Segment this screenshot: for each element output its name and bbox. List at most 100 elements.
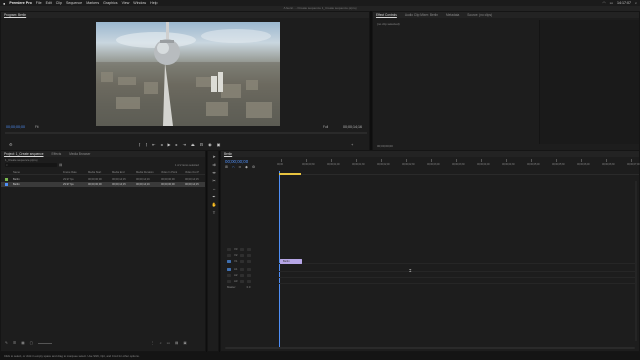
snap-icon[interactable]: ∩ [232,165,235,169]
tab-effect-controls[interactable]: Effect Controls [376,13,397,17]
slip-tool-icon[interactable]: ↔ [211,185,217,191]
menu-markers[interactable]: Markers [86,1,99,5]
search-icon[interactable]: ⌕ [635,1,637,5]
tab-source[interactable]: Source: (no clips) [467,13,492,17]
menu-clip[interactable]: Clip [56,1,62,5]
menu-window[interactable]: Window [133,1,146,5]
lock-icon[interactable] [227,273,231,277]
track-lane-v1[interactable] [279,259,637,264]
project-search-input[interactable] [5,163,57,167]
timeline-timecode[interactable]: 00;00;00;00 [225,159,248,164]
sync-lock-icon[interactable] [240,253,245,257]
program-scrub-bar[interactable] [5,132,367,134]
ripple-edit-tool-icon[interactable]: ⇹ [211,169,217,175]
menu-sequence[interactable]: Sequence [66,1,82,5]
source-patch-a1[interactable] [227,267,231,271]
step-forward-icon[interactable]: ▸ [176,142,178,147]
new-bin-icon[interactable]: ▤ [59,163,62,167]
play-icon[interactable]: ▶ [168,142,171,147]
track-lane-a3[interactable] [279,279,637,284]
quality-dropdown[interactable]: Full [323,125,328,129]
menu-graphics[interactable]: Graphics [103,1,117,5]
column-media-duration[interactable]: Media Duration [136,171,154,174]
lock-icon[interactable] [227,279,231,283]
time-ruler[interactable]: 00;00 00;00;00;30 00;00;01;00 00;00;01;30 00… [277,159,640,175]
tab-project[interactable]: Project: 1_Create sequence [4,152,44,156]
new-item-icon[interactable]: ▤ [175,341,178,345]
write-protect-icon[interactable]: ✎ [5,341,8,345]
comparison-view-icon[interactable]: ▣ [217,142,221,147]
menu-help[interactable]: Help [150,1,157,5]
tab-audio-clip-mixer[interactable]: Audio Clip Mixer: Berlin [405,13,438,17]
sync-lock-icon[interactable] [240,259,245,263]
master-value[interactable]: 0.0 [247,285,251,289]
timeline-clip-berlin[interactable]: Berlin [280,259,302,264]
tab-metadata[interactable]: Metadata [446,13,459,17]
add-marker-icon[interactable]: ◆ [245,165,248,169]
solo-icon[interactable] [247,279,252,283]
menu-view[interactable]: View [122,1,130,5]
mute-icon[interactable] [240,273,245,277]
track-select-tool-icon[interactable]: ⇉ [211,161,217,167]
mark-out-icon[interactable]: ⌉ [146,142,148,147]
column-name[interactable]: Name [13,171,20,174]
column-media-start[interactable]: Media Start [88,171,101,174]
timeline-vertical-scrollbar[interactable] [635,181,637,341]
column-video-in[interactable]: Video In Point [161,171,177,174]
selection-tool-icon[interactable]: ➤ [211,153,217,159]
settings-wrench-icon[interactable]: ⚙ [9,142,13,147]
clock[interactable]: 14:17:07 [617,1,631,5]
freeform-view-icon[interactable]: ▢ [30,341,33,345]
table-row[interactable]: Berlin 29.97 fps 00;00;00;00 00;00;14;15… [1,182,205,187]
battery-icon[interactable]: ▭ [610,1,613,5]
lock-icon[interactable] [227,247,231,251]
source-patch-v1[interactable] [227,259,231,263]
export-frame-icon[interactable]: ◉ [208,142,212,147]
apple-icon[interactable]: ● [3,1,5,6]
solo-icon[interactable] [247,267,252,271]
razor-tool-icon[interactable]: ✂ [211,177,217,183]
linked-selection-icon[interactable]: ∞ [239,165,242,169]
track-lane-a1[interactable] [279,267,637,272]
mute-icon[interactable] [240,279,245,283]
solo-icon[interactable] [247,273,252,277]
program-timecode-left[interactable]: 00;00;00;00 [6,125,25,129]
extract-icon[interactable]: ⊟ [200,142,203,147]
eye-icon[interactable] [247,259,252,263]
tab-timeline-berlin[interactable]: Berlin [224,152,232,156]
nest-icon[interactable]: ⊞ [225,165,228,169]
automate-to-sequence-icon[interactable]: ⋮ [151,341,155,345]
type-tool-icon[interactable]: T [211,209,217,215]
program-video-frame[interactable] [96,22,280,126]
menu-file[interactable]: File [36,1,42,5]
mute-icon[interactable] [240,267,245,271]
lock-icon[interactable] [227,253,231,257]
eye-icon[interactable] [247,247,252,251]
hand-tool-icon[interactable]: ✋ [211,201,217,207]
timeline-scrollbar[interactable] [225,347,635,349]
new-bin-icon[interactable]: ▭ [167,341,170,345]
zoom-slider[interactable] [38,343,53,344]
wifi-icon[interactable]: ◠ [602,1,605,5]
mark-in-icon[interactable]: ⌈ [139,142,141,147]
column-media-end[interactable]: Media End [112,171,124,174]
pen-tool-icon[interactable]: ✒ [211,193,217,199]
timeline-settings-icon[interactable]: ⚙ [252,165,255,169]
button-editor-plus-icon[interactable]: + [351,142,353,147]
fit-dropdown[interactable]: Fit [35,125,39,129]
icon-view-icon[interactable]: ▦ [21,341,24,345]
step-back-icon[interactable]: ◂ [160,142,162,147]
go-to-in-icon[interactable]: ⇤ [152,142,155,147]
tab-program[interactable]: Program: Berlin [4,13,26,17]
sync-lock-icon[interactable] [240,247,245,251]
list-view-icon[interactable]: ☰ [13,341,16,345]
find-icon[interactable]: ⌕ [160,341,162,345]
lift-icon[interactable]: ⏏ [191,142,195,147]
go-to-out-icon[interactable]: ⇥ [183,142,186,147]
eye-icon[interactable] [247,253,252,257]
tab-effects[interactable]: Effects [52,152,62,156]
column-frame-rate[interactable]: Frame Rate [63,171,77,174]
clear-icon[interactable]: ▣ [183,341,186,345]
tab-media-browser[interactable]: Media Browser [69,152,90,156]
track-lane-a2[interactable] [279,273,637,278]
